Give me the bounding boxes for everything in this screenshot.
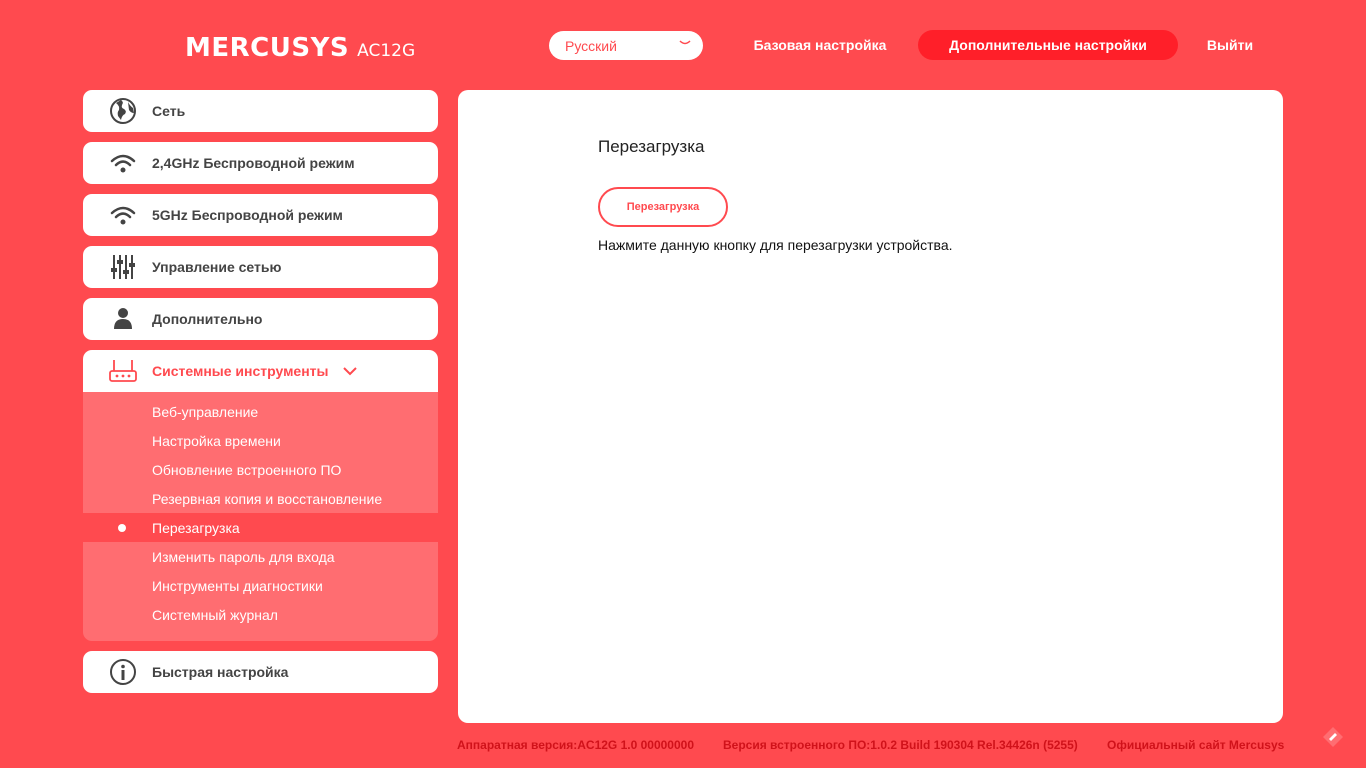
language-value: Русский (565, 37, 617, 54)
sidebar-item-label: 2,4GHz Беспроводной режим (152, 155, 355, 171)
submenu-firmware-upgrade[interactable]: Обновление встроенного ПО (83, 455, 438, 484)
brand-name: MERCUSYS (185, 33, 350, 63)
language-select[interactable]: Русский (549, 31, 703, 60)
submenu-system-log[interactable]: Системный журнал (83, 600, 438, 629)
submenu-label: Обновление встроенного ПО (152, 461, 342, 478)
info-icon (109, 658, 137, 686)
sidebar-item-label: Управление сетью (152, 259, 282, 275)
chevron-down-icon (342, 367, 357, 376)
nav-basic-settings[interactable]: Базовая настройка (740, 30, 900, 60)
submenu-label: Веб-управление (152, 403, 259, 420)
nav-advanced-settings[interactable]: Дополнительные настройки (918, 30, 1178, 60)
submenu-label: Инструменты диагностики (152, 577, 323, 594)
reboot-description: Нажмите данную кнопку для перезагрузки у… (598, 237, 953, 253)
page-title: Перезагрузка (598, 137, 705, 156)
submenu-web-management[interactable]: Веб-управление (83, 397, 438, 426)
hardware-version: Аппаратная версия:AC12G 1.0 00000000 (457, 738, 694, 752)
submenu-label: Резервная копия и восстановление (152, 490, 383, 507)
submenu-label: Перезагрузка (152, 519, 240, 536)
sidebar-item-system-tools[interactable]: Системные инструменты (83, 350, 438, 392)
sidebar-group-system-tools: Системные инструменты Веб-управление Нас… (83, 350, 438, 641)
user-icon (109, 305, 137, 333)
model-name: AC12G (357, 41, 416, 61)
globe-icon (109, 97, 137, 125)
sidebar-item-advanced[interactable]: Дополнительно (83, 298, 438, 340)
submenu-change-password[interactable]: Изменить пароль для входа (83, 542, 438, 571)
submenu-time-settings[interactable]: Настройка времени (83, 426, 438, 455)
submenu-label: Системный журнал (152, 606, 278, 623)
sidebar-item-label: Быстрая настройка (152, 664, 289, 680)
router-icon (109, 357, 137, 385)
main-panel: Перезагрузка Перезагрузка Нажмите данную… (458, 90, 1283, 723)
sidebar-item-network-control[interactable]: Управление сетью (83, 246, 438, 288)
sidebar-item-wireless-5[interactable]: 5GHz Беспроводной режим (83, 194, 438, 236)
sidebar-item-label: Дополнительно (152, 311, 263, 327)
chevron-down-icon (679, 40, 691, 45)
sidebar-item-wireless-24[interactable]: 2,4GHz Беспроводной режим (83, 142, 438, 184)
submenu-backup-restore[interactable]: Резервная копия и восстановление (83, 484, 438, 513)
feedback-icon[interactable] (1322, 726, 1344, 748)
official-site-link[interactable]: Официальный сайт Mercusys (1107, 738, 1284, 752)
wifi-icon (109, 149, 137, 177)
logo: MERCUSYS AC12G (185, 33, 415, 63)
sidebar-item-label: Сеть (152, 103, 186, 119)
submenu-label: Настройка времени (152, 432, 281, 449)
submenu-reboot[interactable]: Перезагрузка (83, 513, 438, 542)
wifi-icon (109, 201, 137, 229)
logout-button[interactable]: Выйти (1196, 30, 1264, 60)
sliders-icon (109, 253, 137, 281)
selected-dot-icon (118, 524, 126, 532)
reboot-button[interactable]: Перезагрузка (598, 187, 728, 227)
sidebar-item-label: Системные инструменты (152, 363, 329, 379)
submenu-label: Изменить пароль для входа (152, 548, 335, 565)
sidebar-item-quick-setup[interactable]: Быстрая настройка (83, 651, 438, 693)
submenu-diagnostics[interactable]: Инструменты диагностики (83, 571, 438, 600)
sidebar-item-network[interactable]: Сеть (83, 90, 438, 132)
system-tools-submenu: Веб-управление Настройка времени Обновле… (83, 392, 438, 641)
sidebar: Сеть 2,4GHz Беспроводной режим 5GHz Бесп… (83, 90, 438, 703)
sidebar-item-label: 5GHz Беспроводной режим (152, 207, 343, 223)
firmware-version: Версия встроенного ПО:1.0.2 Build 190304… (723, 738, 1078, 752)
